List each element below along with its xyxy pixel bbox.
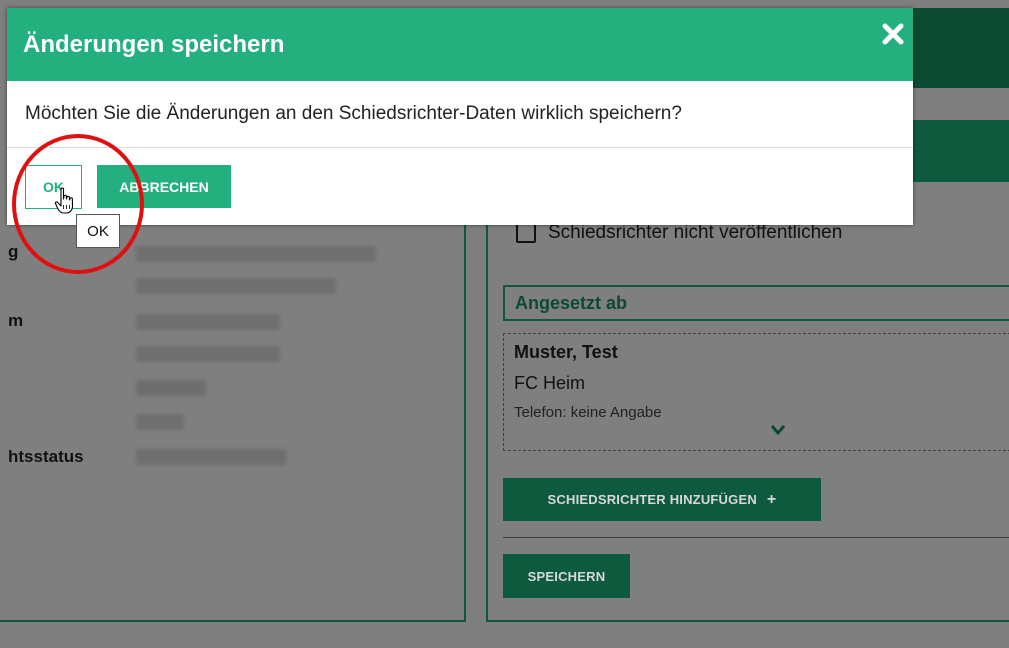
publish-checkbox-row[interactable]: Schiedsrichter nicht veröffentlichen bbox=[516, 222, 842, 244]
add-referee-button[interactable]: SCHIEDSRICHTER HINZUFÜGEN + bbox=[503, 478, 821, 521]
detail-label: g bbox=[8, 242, 19, 261]
close-icon[interactable] bbox=[881, 22, 905, 46]
chevron-down-icon[interactable] bbox=[770, 424, 786, 440]
dialog-title: Änderungen speichern bbox=[23, 30, 285, 58]
divider bbox=[503, 537, 1009, 538]
publish-checkbox[interactable] bbox=[516, 223, 536, 243]
dialog-body: Möchten Sie die Änderungen an den Schied… bbox=[7, 81, 913, 148]
blurred-value bbox=[136, 414, 184, 430]
referee-phone: Telefon: keine Angabe bbox=[514, 404, 662, 421]
dialog-message: Möchten Sie die Änderungen an den Schied… bbox=[25, 103, 682, 124]
blurred-value bbox=[136, 380, 206, 396]
plus-icon: + bbox=[766, 490, 777, 508]
assigned-section-header: Angesetzt ab bbox=[503, 285, 1009, 321]
highlight-circle bbox=[12, 134, 144, 274]
blurred-value bbox=[136, 449, 286, 465]
blurred-value bbox=[136, 346, 280, 362]
publish-checkbox-label: Schiedsrichter nicht veröffentlichen bbox=[548, 222, 843, 243]
referee-card[interactable]: Muster, Test FC Heim Telefon: keine Anga… bbox=[503, 333, 1009, 451]
detail-label: m bbox=[8, 311, 24, 330]
blurred-value bbox=[136, 278, 336, 294]
section-bar bbox=[900, 120, 1009, 182]
referee-name: Muster, Test bbox=[514, 342, 618, 362]
header-bar bbox=[900, 8, 1009, 88]
detail-label: htsstatus bbox=[8, 447, 84, 466]
referee-club: FC Heim bbox=[514, 373, 585, 393]
save-button[interactable]: SPEICHERN bbox=[503, 554, 630, 598]
blurred-value bbox=[136, 314, 280, 330]
blurred-value bbox=[136, 246, 376, 262]
dialog-header: Änderungen speichern bbox=[7, 8, 913, 81]
add-referee-label: SCHIEDSRICHTER HINZUFÜGEN bbox=[547, 492, 757, 507]
